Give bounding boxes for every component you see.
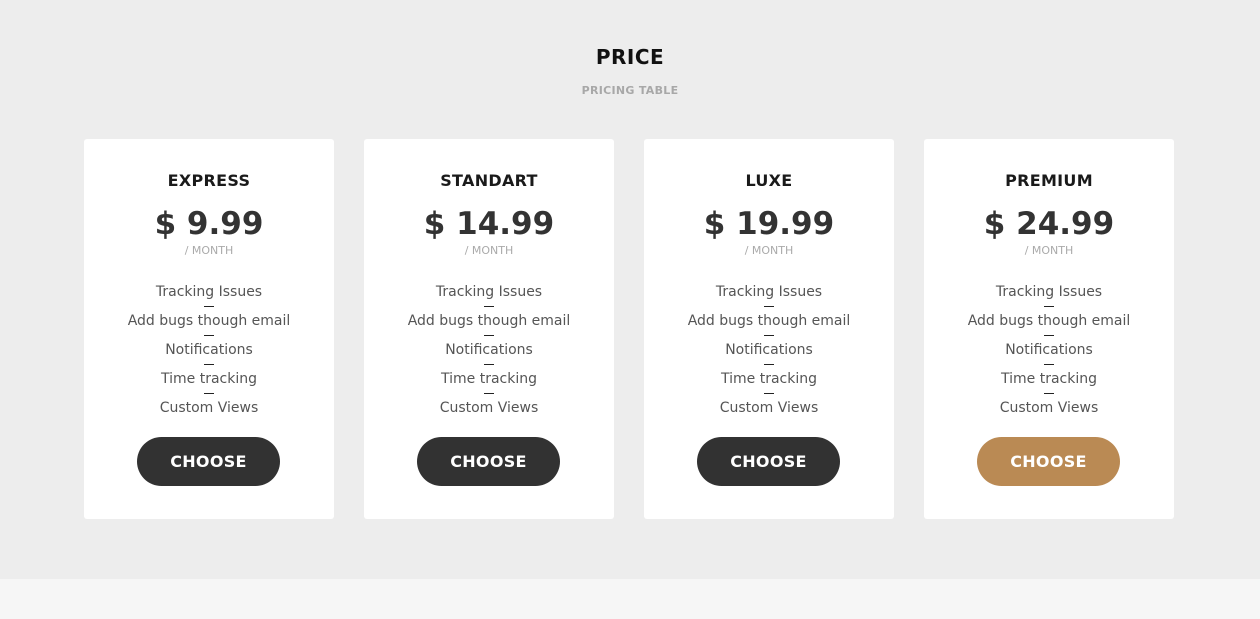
feature-item: Add bugs though email [924,312,1174,341]
choose-button-standart[interactable]: CHOOSE [417,437,560,486]
feature-item: Tracking Issues [84,283,334,312]
feature-label: Notifications [1005,342,1093,358]
feature-divider [1044,306,1054,307]
feature-label: Add bugs though email [687,313,851,329]
plan-name: EXPRESS [167,171,251,190]
feature-divider [764,393,774,394]
feature-list: Tracking Issues Add bugs though email No… [364,283,614,428]
feature-item: Add bugs though email [364,312,614,341]
feature-list: Tracking Issues Add bugs though email No… [84,283,334,428]
feature-divider [484,393,494,394]
feature-divider [1044,393,1054,394]
feature-item: Time tracking [364,370,614,399]
feature-divider [1044,364,1054,365]
feature-list: Tracking Issues Add bugs though email No… [644,283,894,428]
plan-price: $ 19.99 [703,206,835,242]
feature-item: Time tracking [924,370,1174,399]
feature-item: Time tracking [644,370,894,399]
feature-divider [204,393,214,394]
choose-button-express[interactable]: CHOOSE [137,437,280,486]
feature-divider [764,306,774,307]
feature-label: Notifications [445,342,533,358]
feature-item: Notifications [364,341,614,370]
feature-label: Time tracking [721,371,817,387]
plan-period: / MONTH [744,244,794,257]
feature-item: Add bugs though email [644,312,894,341]
section-subtitle: PRICING TABLE [581,84,679,97]
feature-item: Tracking Issues [644,283,894,312]
feature-label: Custom Views [439,400,539,416]
pricing-section: PRICE PRICING TABLE EXPRESS $ 9.99 / MON… [0,0,1260,579]
feature-divider [484,335,494,336]
feature-label: Add bugs though email [127,313,291,329]
feature-label: Time tracking [1001,371,1097,387]
feature-label: Tracking Issues [155,284,263,300]
plan-price: $ 24.99 [983,206,1115,242]
feature-item: Add bugs though email [84,312,334,341]
feature-item: Custom Views [644,399,894,428]
feature-item: Tracking Issues [364,283,614,312]
feature-label: Notifications [725,342,813,358]
feature-item: Custom Views [84,399,334,428]
feature-label: Tracking Issues [435,284,543,300]
feature-divider [764,364,774,365]
plan-name: PREMIUM [1005,171,1093,190]
plan-name: STANDART [440,171,538,190]
pricing-cards: EXPRESS $ 9.99 / MONTH Tracking Issues A… [84,139,1174,519]
feature-divider [204,335,214,336]
feature-divider [204,364,214,365]
feature-item: Time tracking [84,370,334,399]
feature-divider [764,335,774,336]
footer-strip [0,579,1260,619]
feature-label: Time tracking [161,371,257,387]
feature-list: Tracking Issues Add bugs though email No… [924,283,1174,428]
feature-item: Notifications [644,341,894,370]
pricing-card-standart: STANDART $ 14.99 / MONTH Tracking Issues… [364,139,614,519]
feature-item: Custom Views [364,399,614,428]
pricing-card-express: EXPRESS $ 9.99 / MONTH Tracking Issues A… [84,139,334,519]
plan-name: LUXE [745,171,793,190]
feature-label: Custom Views [719,400,819,416]
section-title: PRICE [595,45,665,69]
pricing-card-premium: PREMIUM $ 24.99 / MONTH Tracking Issues … [924,139,1174,519]
feature-divider [204,306,214,307]
plan-period: / MONTH [464,244,514,257]
choose-button-luxe[interactable]: CHOOSE [697,437,840,486]
feature-item: Tracking Issues [924,283,1174,312]
feature-divider [1044,335,1054,336]
feature-label: Time tracking [441,371,537,387]
choose-button-premium[interactable]: CHOOSE [977,437,1120,486]
feature-label: Add bugs though email [967,313,1131,329]
feature-label: Add bugs though email [407,313,571,329]
feature-divider [484,364,494,365]
feature-item: Notifications [924,341,1174,370]
plan-price: $ 14.99 [423,206,555,242]
feature-label: Tracking Issues [715,284,823,300]
feature-item: Custom Views [924,399,1174,428]
feature-item: Notifications [84,341,334,370]
pricing-card-luxe: LUXE $ 19.99 / MONTH Tracking Issues Add… [644,139,894,519]
feature-label: Notifications [165,342,253,358]
feature-label: Custom Views [999,400,1099,416]
plan-period: / MONTH [1024,244,1074,257]
plan-period: / MONTH [184,244,234,257]
feature-divider [484,306,494,307]
plan-price: $ 9.99 [154,206,264,242]
feature-label: Tracking Issues [995,284,1103,300]
feature-label: Custom Views [159,400,259,416]
